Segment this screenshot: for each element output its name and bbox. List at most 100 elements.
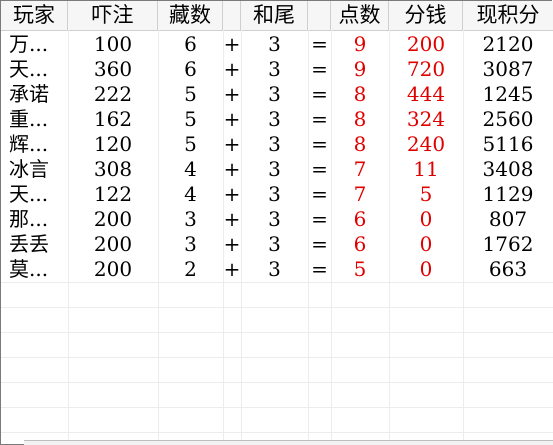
cell-money: 0 (419, 257, 433, 281)
cell-money: 11 (413, 157, 439, 181)
grid-line (1, 332, 553, 333)
header-hidden[interactable]: 藏数 (158, 1, 223, 30)
cell-bet: 100 (93, 32, 133, 56)
header-equals-column[interactable] (308, 1, 331, 30)
cell-score: 3408 (482, 157, 534, 181)
cell-tail: 3 (268, 232, 281, 256)
cell-player: 万... (9, 32, 49, 56)
cell-plus: + (223, 207, 241, 231)
cell-player: 天... (9, 57, 49, 81)
grid-line (1, 282, 553, 283)
cell-points: 9 (353, 57, 367, 81)
cell-eq: = (311, 232, 328, 256)
cell-player: 重... (9, 107, 49, 131)
cell-plus: + (223, 132, 241, 156)
header-score[interactable]: 现积分 (463, 1, 553, 30)
horizontal-scrollbar[interactable] (24, 440, 553, 445)
table-row[interactable]: 辉... 120 5 +3 = 8 240 5116 (1, 132, 553, 157)
cell-plus: + (223, 157, 241, 181)
cell-money: 444 (406, 82, 446, 106)
cell-money: 240 (406, 132, 446, 156)
cell-hidden: 4 (184, 182, 197, 206)
cell-hidden: 5 (184, 107, 197, 131)
cell-bet: 308 (93, 157, 133, 181)
cell-score: 1129 (482, 182, 534, 206)
cell-plus: + (223, 107, 241, 131)
cell-score: 807 (488, 207, 528, 231)
cell-bet: 120 (93, 132, 133, 156)
cell-eq: = (311, 257, 328, 281)
cell-money: 200 (406, 32, 446, 56)
cell-points: 7 (353, 157, 367, 181)
cell-points: 6 (353, 232, 367, 256)
table-row[interactable]: 重... 162 5 +3 = 8 324 2560 (1, 107, 553, 132)
table-row[interactable]: 莫... 200 2 +3 = 5 0 663 (1, 257, 553, 282)
grid-line (1, 407, 553, 408)
cell-plus: + (223, 57, 241, 81)
cell-player: 莫... (9, 257, 49, 281)
cell-bet: 162 (93, 107, 133, 131)
cell-player: 那... (9, 207, 49, 231)
cell-points: 5 (353, 257, 367, 281)
cell-money: 720 (406, 57, 446, 81)
cell-plus: + (223, 82, 241, 106)
cell-player: 承诺 (9, 82, 49, 106)
cell-score: 2560 (482, 107, 534, 131)
cell-hidden: 3 (184, 207, 197, 231)
table-row[interactable]: 天... 122 4 +3 = 7 5 1129 (1, 182, 553, 207)
cell-tail: 3 (268, 182, 281, 206)
cell-score: 3087 (482, 57, 534, 81)
cell-player: 丢丢 (9, 232, 49, 256)
cell-money: 5 (419, 182, 433, 206)
cell-money: 0 (419, 232, 433, 256)
table-row[interactable]: 那... 200 3 +3 = 6 0 807 (1, 207, 553, 232)
grid-line (1, 382, 553, 383)
cell-points: 6 (353, 207, 367, 231)
cell-money: 0 (419, 207, 433, 231)
cell-bet: 200 (93, 257, 133, 281)
grid-line (1, 357, 553, 358)
cell-plus: + (223, 232, 241, 256)
cell-hidden: 5 (184, 82, 197, 106)
cell-tail: 3 (268, 257, 281, 281)
cell-tail: 3 (268, 57, 281, 81)
grid-line (1, 307, 553, 308)
cell-hidden: 5 (184, 132, 197, 156)
cell-hidden: 6 (184, 57, 197, 81)
cell-bet: 222 (93, 82, 133, 106)
header-tail[interactable]: 和尾 (241, 1, 308, 30)
header-points[interactable]: 点数 (331, 1, 389, 30)
cell-eq: = (311, 107, 328, 131)
cell-eq: = (311, 82, 328, 106)
cell-bet: 122 (93, 182, 133, 206)
cell-eq: = (311, 57, 328, 81)
cell-plus: + (223, 182, 241, 206)
cell-points: 7 (353, 182, 367, 206)
cell-plus: + (223, 32, 241, 56)
cell-player: 天... (9, 182, 49, 206)
cell-bet: 200 (93, 232, 133, 256)
header-plus-column[interactable] (223, 1, 241, 30)
table-header: 玩家 吓注 藏数 和尾 点数 分钱 现积分 (1, 1, 553, 31)
cell-eq: = (311, 207, 328, 231)
cell-bet: 360 (93, 57, 133, 81)
header-player[interactable]: 玩家 (1, 1, 68, 30)
table-row[interactable]: 万... 100 6 +3 = 9 200 2120 (1, 32, 553, 57)
table-row[interactable]: 承诺 222 5 +3 = 8 444 1245 (1, 82, 553, 107)
header-money[interactable]: 分钱 (389, 1, 463, 30)
table-row[interactable]: 丢丢 200 3 +3 = 6 0 1762 (1, 232, 553, 257)
cell-score: 5116 (482, 132, 534, 156)
header-bet[interactable]: 吓注 (68, 1, 158, 30)
cell-tail: 3 (268, 207, 281, 231)
cell-player: 冰言 (9, 157, 49, 181)
cell-hidden: 2 (184, 257, 197, 281)
cell-score: 2120 (482, 32, 534, 56)
cell-tail: 3 (268, 32, 281, 56)
table-row[interactable]: 天... 360 6 +3 = 9 720 3087 (1, 57, 553, 82)
cell-tail: 3 (268, 132, 281, 156)
cell-eq: = (311, 32, 328, 56)
cell-score: 1762 (482, 232, 534, 256)
cell-tail: 3 (268, 107, 281, 131)
cell-money: 324 (406, 107, 446, 131)
table-row[interactable]: 冰言 308 4 +3 = 7 11 3408 (1, 157, 553, 182)
